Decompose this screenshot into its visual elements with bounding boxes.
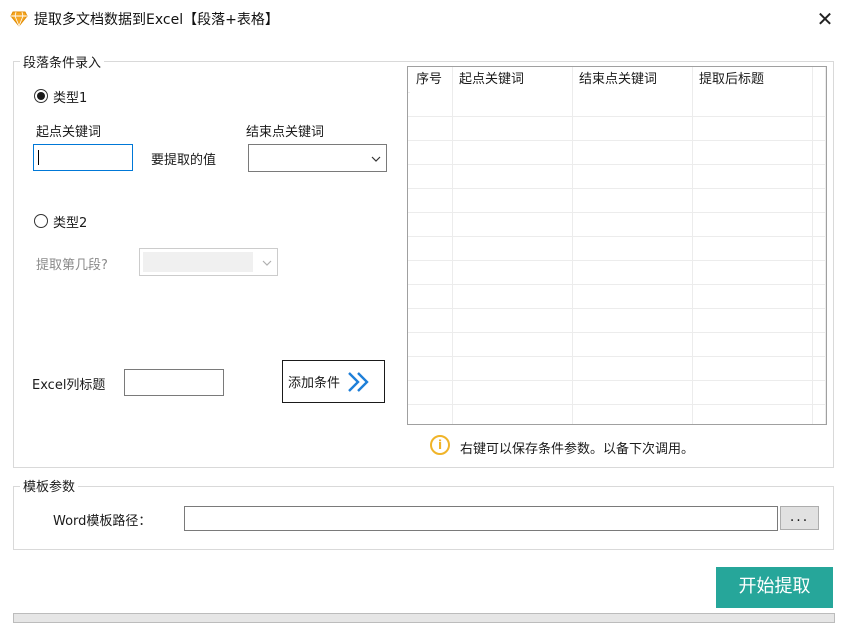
- double-chevron-right-icon: [348, 371, 369, 392]
- grid-empty-row: [408, 357, 826, 381]
- grid-empty-row: [408, 309, 826, 333]
- grid-empty-row: [408, 165, 826, 189]
- paragraph-group-legend: 段落条件录入: [20, 52, 105, 71]
- grid-column-header[interactable]: 序号: [410, 67, 453, 93]
- diamond-icon: [10, 11, 28, 27]
- word-path-input[interactable]: [184, 506, 778, 531]
- excel-column-input[interactable]: [124, 369, 224, 396]
- hint-text: 右键可以保存条件参数。以备下次调用。: [460, 442, 695, 457]
- close-button[interactable]: ✕: [808, 2, 842, 36]
- info-icon: i: [430, 435, 450, 455]
- start-extract-button[interactable]: 开始提取: [716, 567, 833, 608]
- grid-empty-row: [408, 405, 826, 424]
- grid-empty-row: [408, 189, 826, 213]
- paragraph-index-select[interactable]: [139, 248, 278, 276]
- start-keyword-input[interactable]: [33, 144, 133, 171]
- grid-empty-row: [408, 333, 826, 357]
- start-keyword-label: 起点关键词: [36, 125, 102, 140]
- paragraph-index-label: 提取第几段?: [36, 258, 108, 273]
- progress-bar: [13, 613, 835, 623]
- add-condition-button[interactable]: 添加条件: [282, 360, 385, 403]
- grid-empty-row: [408, 93, 826, 117]
- grid-empty-row: [408, 213, 826, 237]
- end-keyword-label: 结束点关键词: [246, 125, 325, 140]
- close-icon: ✕: [816, 7, 834, 31]
- disabled-select-fill: [143, 252, 253, 272]
- grid-column-header[interactable]: 结束点关键词: [573, 67, 693, 93]
- grid-empty-row: [408, 261, 826, 285]
- word-path-label: Word模板路径：: [53, 514, 152, 529]
- condition-grid[interactable]: 序号 起点关键词 结束点关键词 提取后标题: [407, 66, 827, 425]
- window-title: 提取多文档数据到Excel【段落+表格】: [34, 12, 279, 28]
- type1-radio[interactable]: [34, 89, 48, 103]
- grid-column-header[interactable]: 起点关键词: [453, 67, 573, 93]
- grid-empty-row: [408, 141, 826, 165]
- extract-value-label: 要提取的值: [151, 153, 217, 168]
- grid-empty-row: [408, 117, 826, 141]
- grid-column-header[interactable]: 提取后标题: [693, 67, 812, 93]
- grid-empty-row: [408, 285, 826, 309]
- browse-button[interactable]: ...: [780, 506, 819, 530]
- type2-label[interactable]: 类型2: [53, 212, 87, 231]
- type2-radio[interactable]: [34, 214, 48, 228]
- grid-empty-row: [408, 237, 826, 261]
- excel-column-label: Excel列标题: [32, 378, 106, 393]
- end-keyword-select[interactable]: [248, 144, 387, 172]
- text-caret: [38, 150, 39, 165]
- type1-label[interactable]: 类型1: [53, 87, 87, 106]
- title-bar: 提取多文档数据到Excel【段落+表格】 ✕: [0, 0, 846, 38]
- template-group-legend: 模板参数: [20, 476, 79, 495]
- grid-empty-row: [408, 381, 826, 405]
- chevron-down-icon: [262, 260, 272, 266]
- add-condition-label: 添加条件: [288, 376, 341, 391]
- chevron-down-icon: [371, 156, 381, 162]
